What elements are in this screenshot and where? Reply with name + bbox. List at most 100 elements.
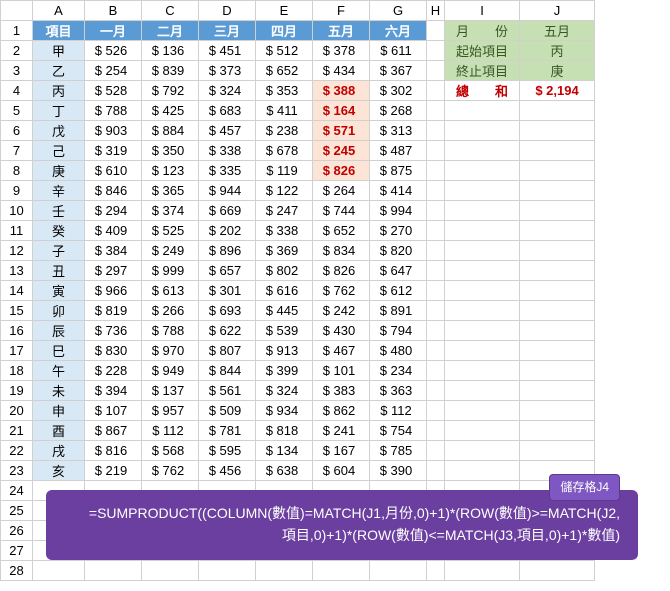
data-cell[interactable]: $ 826	[313, 261, 370, 281]
item-label[interactable]: 甲	[33, 41, 85, 61]
data-cell[interactable]: $ 819	[85, 301, 142, 321]
cell[interactable]	[445, 181, 520, 201]
cell[interactable]	[85, 561, 142, 581]
header-cell[interactable]: 一月	[85, 21, 142, 41]
row-23[interactable]: 23	[1, 461, 33, 481]
data-cell[interactable]: $ 610	[85, 161, 142, 181]
cell[interactable]	[427, 161, 445, 181]
cell[interactable]	[520, 201, 595, 221]
item-label[interactable]: 巳	[33, 341, 85, 361]
data-cell[interactable]: $ 891	[370, 301, 427, 321]
data-cell[interactable]: $ 762	[313, 281, 370, 301]
cell[interactable]	[427, 361, 445, 381]
data-cell[interactable]: $ 270	[370, 221, 427, 241]
data-cell[interactable]: $ 414	[370, 181, 427, 201]
row-21[interactable]: 21	[1, 421, 33, 441]
item-label[interactable]: 未	[33, 381, 85, 401]
row-20[interactable]: 20	[1, 401, 33, 421]
data-cell[interactable]: $ 301	[199, 281, 256, 301]
data-cell[interactable]: $ 137	[142, 381, 199, 401]
data-cell[interactable]: $ 846	[85, 181, 142, 201]
item-label[interactable]: 戊	[33, 121, 85, 141]
data-cell[interactable]: $ 839	[142, 61, 199, 81]
data-cell[interactable]: $ 367	[370, 61, 427, 81]
data-cell[interactable]: $ 781	[199, 421, 256, 441]
item-label[interactable]: 辛	[33, 181, 85, 201]
data-cell[interactable]: $ 245	[313, 141, 370, 161]
item-label[interactable]: 午	[33, 361, 85, 381]
data-cell[interactable]: $ 571	[313, 121, 370, 141]
start-label[interactable]: 起始項目	[445, 41, 520, 61]
data-cell[interactable]: $ 949	[142, 361, 199, 381]
cell[interactable]	[520, 261, 595, 281]
row-4[interactable]: 4	[1, 81, 33, 101]
data-cell[interactable]: $ 683	[199, 101, 256, 121]
data-cell[interactable]: $ 134	[256, 441, 313, 461]
data-cell[interactable]: $ 480	[370, 341, 427, 361]
row-27[interactable]: 27	[1, 541, 33, 561]
row-8[interactable]: 8	[1, 161, 33, 181]
data-cell[interactable]: $ 266	[142, 301, 199, 321]
cell[interactable]	[520, 381, 595, 401]
data-cell[interactable]: $ 844	[199, 361, 256, 381]
cell[interactable]	[142, 561, 199, 581]
cell[interactable]	[427, 21, 445, 41]
cell[interactable]	[445, 261, 520, 281]
header-cell[interactable]: 四月	[256, 21, 313, 41]
data-cell[interactable]: $ 363	[370, 381, 427, 401]
data-cell[interactable]: $ 622	[199, 321, 256, 341]
data-cell[interactable]: $ 107	[85, 401, 142, 421]
cell[interactable]	[445, 421, 520, 441]
data-cell[interactable]: $ 652	[313, 221, 370, 241]
data-cell[interactable]: $ 445	[256, 301, 313, 321]
data-cell[interactable]: $ 487	[370, 141, 427, 161]
cell[interactable]	[427, 221, 445, 241]
row-16[interactable]: 16	[1, 321, 33, 341]
cell[interactable]	[370, 561, 427, 581]
data-cell[interactable]: $ 241	[313, 421, 370, 441]
data-cell[interactable]: $ 802	[256, 261, 313, 281]
item-label[interactable]: 子	[33, 241, 85, 261]
cell[interactable]	[520, 161, 595, 181]
data-cell[interactable]: $ 249	[142, 241, 199, 261]
data-cell[interactable]: $ 123	[142, 161, 199, 181]
end-label[interactable]: 終止項目	[445, 61, 520, 81]
data-cell[interactable]: $ 669	[199, 201, 256, 221]
cell[interactable]	[520, 121, 595, 141]
data-cell[interactable]: $ 164	[313, 101, 370, 121]
data-cell[interactable]: $ 238	[256, 121, 313, 141]
data-cell[interactable]: $ 693	[199, 301, 256, 321]
start-value[interactable]: 丙	[520, 41, 595, 61]
data-cell[interactable]: $ 862	[313, 401, 370, 421]
cell[interactable]	[445, 221, 520, 241]
cell[interactable]	[427, 101, 445, 121]
cell[interactable]	[427, 421, 445, 441]
data-cell[interactable]: $ 122	[256, 181, 313, 201]
data-cell[interactable]: $ 353	[256, 81, 313, 101]
data-cell[interactable]: $ 268	[370, 101, 427, 121]
col-G[interactable]: G	[370, 1, 427, 21]
data-cell[interactable]: $ 324	[256, 381, 313, 401]
data-cell[interactable]: $ 966	[85, 281, 142, 301]
data-cell[interactable]: $ 399	[256, 361, 313, 381]
cell[interactable]	[520, 401, 595, 421]
cell[interactable]	[520, 421, 595, 441]
col-B[interactable]: B	[85, 1, 142, 21]
header-cell[interactable]: 三月	[199, 21, 256, 41]
header-cell[interactable]: 五月	[313, 21, 370, 41]
cell[interactable]	[427, 561, 445, 581]
data-cell[interactable]: $ 525	[142, 221, 199, 241]
item-label[interactable]: 己	[33, 141, 85, 161]
data-cell[interactable]: $ 294	[85, 201, 142, 221]
cell[interactable]	[33, 561, 85, 581]
data-cell[interactable]: $ 561	[199, 381, 256, 401]
cell[interactable]	[445, 561, 520, 581]
cell[interactable]	[427, 281, 445, 301]
data-cell[interactable]: $ 903	[85, 121, 142, 141]
data-cell[interactable]: $ 319	[85, 141, 142, 161]
cell[interactable]	[427, 181, 445, 201]
cell[interactable]	[520, 561, 595, 581]
cell[interactable]	[520, 141, 595, 161]
cell[interactable]	[445, 101, 520, 121]
cell[interactable]	[199, 561, 256, 581]
